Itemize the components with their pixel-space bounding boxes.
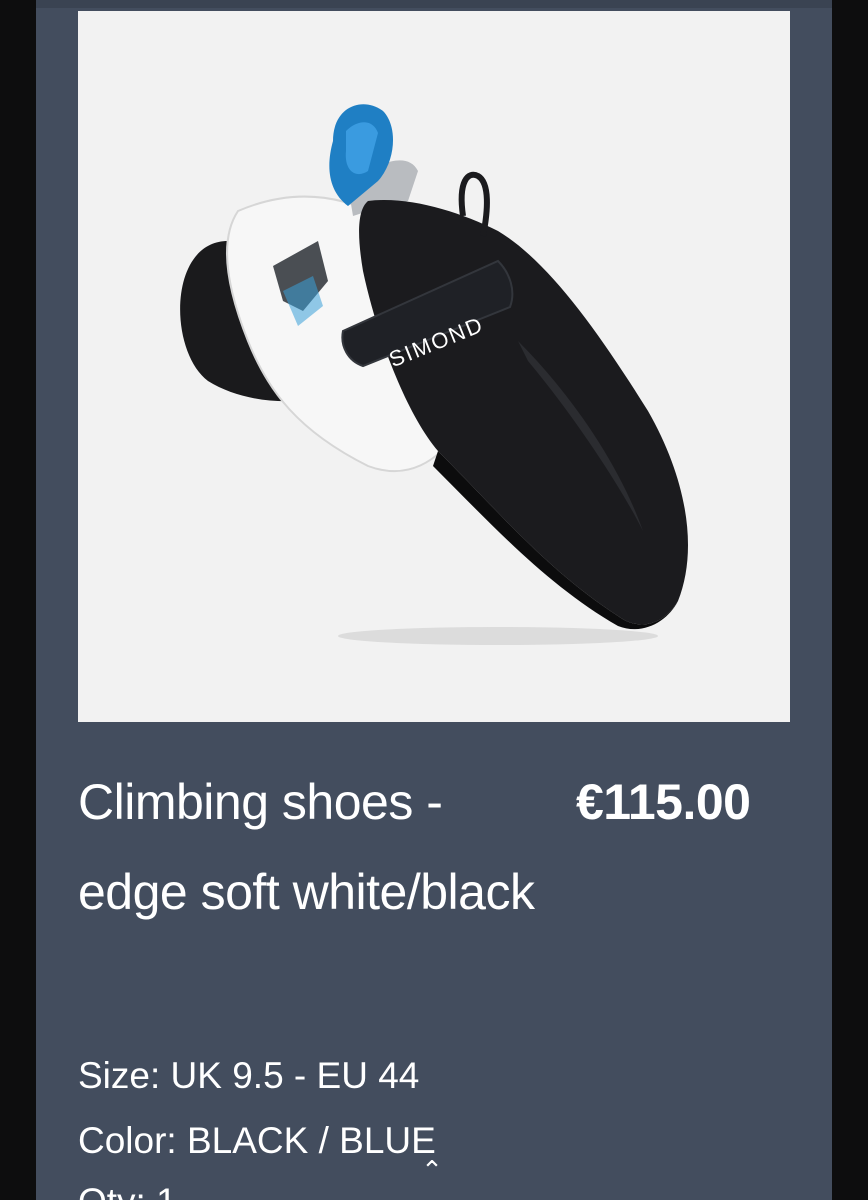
product-title: Climbing shoes - edge soft white/black — [78, 774, 535, 920]
product-price: €115.00 — [576, 774, 751, 830]
climbing-shoe-illustration: SIMOND — [78, 11, 790, 722]
product-card[interactable]: SIMOND Climbing shoes - edge soft white/… — [36, 0, 832, 1200]
product-color: Color: BLACK / BLUE — [78, 1120, 436, 1161]
product-image[interactable]: SIMOND — [78, 11, 790, 722]
card-top-edge — [36, 0, 832, 8]
product-quantity: Qty: 1 — [78, 1172, 177, 1200]
chevron-up-icon[interactable]: ⌃ — [420, 1157, 444, 1183]
product-size: Size: UK 9.5 - EU 44 — [78, 1055, 420, 1096]
